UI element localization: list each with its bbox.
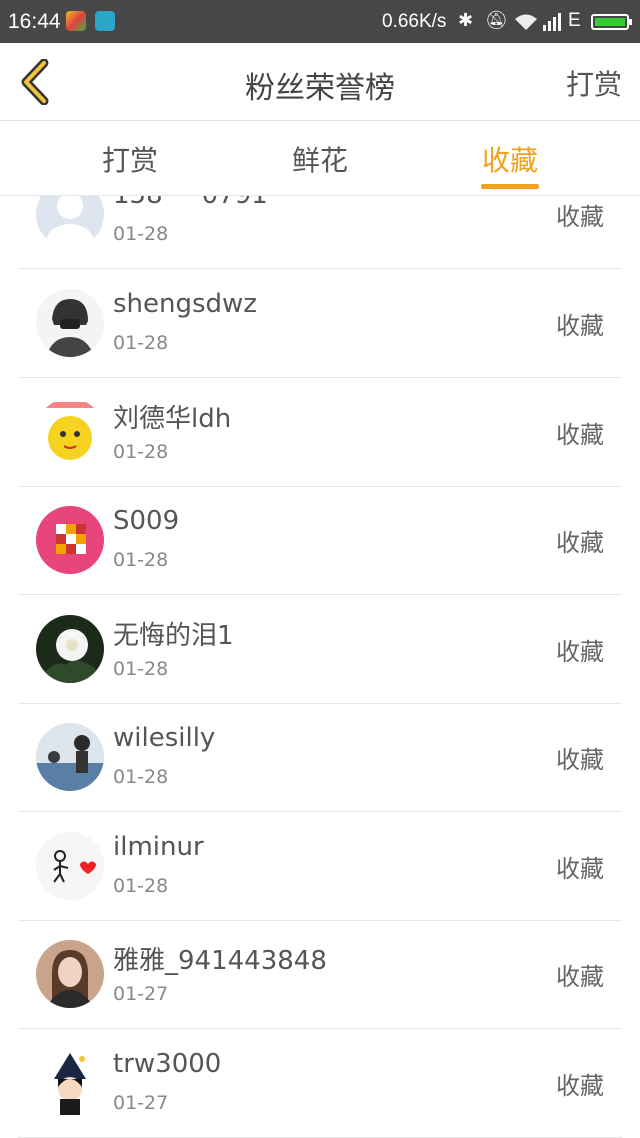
crop-app-icon [95,11,115,31]
list-item[interactable]: ilminur 01-28 收藏 [18,812,622,921]
battery-icon [591,14,632,30]
support-type: 收藏 [556,855,604,883]
list-item[interactable]: 158***0791 01-28 收藏 [18,196,622,269]
avatar [36,506,104,574]
support-type: 收藏 [556,746,604,774]
avatar [36,615,104,683]
list-item[interactable]: wilesilly 01-28 收藏 [18,703,622,812]
support-type: 收藏 [556,963,604,991]
signal-icon [543,13,561,31]
date: 01-27 [113,983,169,1005]
support-type: 收藏 [556,529,604,557]
list-item[interactable]: 刘德华ldh 01-28 收藏 [18,378,622,487]
date: 01-28 [113,549,169,571]
page-title: 粉丝荣誉榜 [245,71,395,106]
fan-list[interactable]: 158***0791 01-28 收藏 shengsdwz 01-28 收藏 刘… [0,196,640,1138]
date: 01-28 [113,658,169,680]
support-type: 收藏 [556,203,604,231]
date: 01-28 [113,332,169,354]
tab-favorites[interactable]: 收藏 [450,139,570,179]
avatar [36,289,104,357]
list-item[interactable]: trw3000 01-27 收藏 [18,1029,622,1138]
user-name: 158***0791 [113,196,268,210]
date: 01-28 [113,766,169,788]
date: 01-28 [113,223,169,245]
status-bar: 16:44 0.66K/s ✱ 🔕︎ E [0,0,640,43]
user-name: 雅雅_941443848 [113,946,327,976]
date: 01-27 [113,1092,169,1114]
tab-reward[interactable]: 打赏 [70,139,190,179]
user-name: 刘德华ldh [113,404,232,434]
network-type: E [568,10,581,31]
user-name: trw3000 [113,1049,222,1079]
support-type: 收藏 [556,1072,604,1100]
list-item[interactable]: 无悔的泪1 01-28 收藏 [18,595,622,704]
mute-icon: 🔕︎ [485,10,508,30]
active-tab-indicator [481,184,539,189]
avatar [36,196,104,248]
wifi-icon [515,14,537,30]
status-time: 16:44 [8,10,61,33]
photos-app-icon [66,11,86,31]
list-item[interactable]: S009 01-28 收藏 [18,486,622,595]
navigation-bar: 粉丝荣誉榜 打赏 [0,43,640,121]
avatar [36,398,104,466]
date: 01-28 [113,875,169,897]
avatar [36,832,104,900]
date: 01-28 [113,441,169,463]
user-name: ilminur [113,832,204,862]
reward-button[interactable]: 打赏 [566,63,622,103]
support-type: 收藏 [556,421,604,449]
avatar [36,723,104,791]
list-item[interactable]: shengsdwz 01-28 收藏 [18,269,622,378]
avatar [36,940,104,1008]
avatar [36,1049,104,1117]
support-type: 收藏 [556,312,604,340]
user-name: S009 [113,506,180,536]
user-name: wilesilly [113,723,216,753]
user-name: 无悔的泪1 [113,621,234,651]
tab-flowers[interactable]: 鲜花 [260,139,380,179]
list-item[interactable]: 雅雅_941443848 01-27 收藏 [18,920,622,1029]
support-type: 收藏 [556,638,604,666]
bluetooth-icon: ✱ [458,10,474,30]
tab-bar: 打赏 鲜花 收藏 [0,121,640,196]
network-speed: 0.66K/s [382,11,447,32]
user-name: shengsdwz [113,289,257,319]
